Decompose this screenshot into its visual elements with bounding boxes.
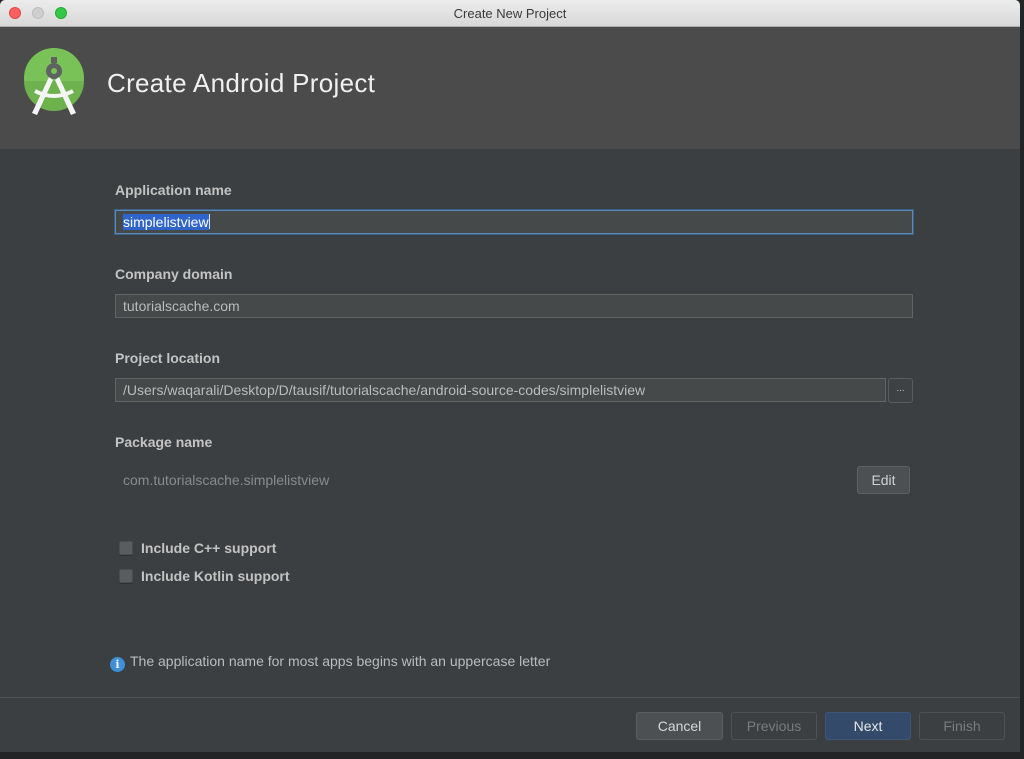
- footer-divider: [0, 697, 1020, 698]
- window-title: Create New Project: [453, 6, 567, 21]
- next-button[interactable]: Next: [825, 712, 911, 740]
- android-studio-logo-icon: [24, 48, 84, 115]
- edit-package-button[interactable]: Edit: [857, 466, 910, 494]
- package-name-label: Package name: [115, 434, 213, 450]
- cancel-button[interactable]: Cancel: [636, 712, 723, 740]
- project-location-label: Project location: [115, 350, 221, 366]
- previous-button[interactable]: Previous: [731, 712, 817, 740]
- finish-button[interactable]: Finish: [919, 712, 1005, 740]
- include-cpp-label: Include C++ support: [141, 540, 277, 556]
- browse-location-button[interactable]: ...: [888, 378, 913, 403]
- package-name-value: com.tutorialscache.simplelistview: [123, 472, 330, 488]
- company-domain-label: Company domain: [115, 266, 233, 282]
- info-icon: i: [110, 657, 125, 672]
- project-location-input[interactable]: /Users/waqarali/Desktop/D/tausif/tutoria…: [115, 378, 886, 402]
- create-new-project-window: Create New Project Create Android Projec…: [0, 0, 1020, 752]
- dialog-header: Create Android Project: [0, 27, 1020, 149]
- info-message: i The application name for most apps begi…: [110, 653, 550, 672]
- application-name-value: simplelistview: [123, 214, 209, 230]
- page-title: Create Android Project: [107, 68, 376, 98]
- include-kotlin-checkbox[interactable]: [119, 569, 133, 583]
- include-kotlin-label: Include Kotlin support: [141, 568, 290, 584]
- title-bar: Create New Project: [0, 0, 1020, 27]
- include-cpp-checkbox[interactable]: [119, 541, 133, 555]
- application-name-input[interactable]: simplelistview: [115, 210, 913, 234]
- application-name-label: Application name: [115, 182, 232, 198]
- include-cpp-option[interactable]: Include C++ support: [119, 540, 276, 556]
- text-caret: [208, 214, 210, 229]
- company-domain-input[interactable]: tutorialscache.com: [115, 294, 913, 318]
- info-text: The application name for most apps begin…: [130, 653, 551, 669]
- include-kotlin-option[interactable]: Include Kotlin support: [119, 568, 290, 584]
